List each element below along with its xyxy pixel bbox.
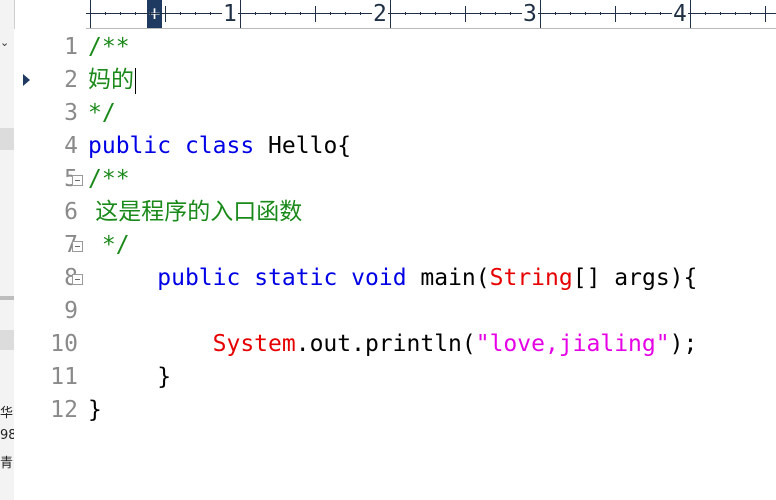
code-line[interactable]: 这是程序的入口函数: [88, 196, 302, 229]
side-panel: ⌄ 华 98 青: [0, 0, 15, 500]
code-token: 妈的: [88, 67, 134, 93]
line-number-gutter[interactable]: 123456789101112: [14, 29, 86, 500]
ruler-tick: [690, 0, 691, 28]
code-line[interactable]: 妈的: [88, 64, 136, 97]
code-line[interactable]: }: [88, 361, 171, 394]
ruler-tick: [615, 6, 616, 22]
code-token: public: [88, 133, 172, 159]
code-token: "love,jialing": [475, 331, 670, 357]
code-token: /**: [88, 166, 130, 192]
line-number: 10: [34, 328, 78, 361]
panel-row[interactable]: [0, 128, 14, 150]
ruler-tick: [315, 6, 316, 22]
code-token: public: [157, 265, 241, 291]
code-token: [] args){: [572, 265, 698, 291]
panel-row[interactable]: [0, 330, 14, 350]
line-number: 11: [34, 361, 78, 394]
code-token: /**: [88, 34, 130, 60]
code-token: );: [669, 331, 698, 357]
line-number-label: 1: [64, 34, 78, 60]
fold-toggle-icon[interactable]: [72, 241, 83, 252]
line-number-label: 11: [50, 364, 78, 390]
line-number: 6: [34, 196, 78, 229]
code-line[interactable]: public static void main(String[] args){: [88, 262, 697, 295]
ruler-tick: [390, 0, 391, 28]
code-line[interactable]: */: [88, 97, 116, 130]
line-number-label: 10: [50, 331, 78, 357]
line-number: 4: [34, 130, 78, 163]
code-token: String: [489, 265, 573, 291]
fold-toggle-icon[interactable]: [72, 274, 83, 285]
code-line[interactable]: }: [88, 394, 102, 427]
code-token: }: [88, 364, 172, 390]
ruler-tick: [90, 0, 91, 28]
chevron-down-icon[interactable]: ⌄: [0, 36, 9, 49]
line-number-label: 3: [64, 100, 78, 126]
current-line-marker-icon: [23, 74, 30, 86]
code-token: Hello{: [254, 133, 352, 159]
code-token: System: [212, 331, 296, 357]
code-line[interactable]: */: [88, 229, 130, 262]
code-token: */: [88, 100, 116, 126]
ruler-number: 3: [522, 1, 538, 27]
code-line[interactable]: System.out.println("love,jialing");: [88, 328, 698, 361]
panel-text-fragment: 华: [0, 406, 14, 421]
text-caret: [135, 67, 136, 94]
ruler-number: 2: [372, 1, 388, 27]
code-editor[interactable]: /** 妈的 */public class Hello{/** 这是程序的入口函数 …: [88, 29, 776, 500]
line-number: 2: [34, 64, 78, 97]
line-number-label: 4: [64, 133, 78, 159]
line-number-label: 12: [50, 397, 78, 423]
code-token: }: [88, 397, 102, 423]
fold-toggle-icon[interactable]: [72, 175, 83, 186]
code-token: class: [184, 133, 255, 159]
line-number-label: 6: [64, 199, 78, 225]
column-ruler[interactable]: + 1234: [86, 0, 776, 29]
line-number: 1: [34, 31, 78, 64]
code-token: static: [254, 265, 338, 291]
panel-text-fragment: 青: [0, 456, 14, 471]
ruler-tick: [765, 6, 766, 22]
line-number-label: 2: [64, 67, 78, 93]
code-token: */: [88, 232, 130, 258]
line-number: 9: [34, 295, 78, 328]
ruler-number: 1: [222, 1, 238, 27]
ruler-tick: [540, 0, 541, 28]
ruler-tick: [165, 6, 166, 22]
code-token: .out.println(: [295, 331, 476, 357]
code-line[interactable]: /**: [88, 31, 130, 64]
ruler-number: 4: [672, 1, 688, 27]
line-number: 12: [34, 394, 78, 427]
panel-text-fragment: 98: [0, 428, 14, 443]
ruler-tick: [465, 6, 466, 22]
ruler-tick: [240, 0, 241, 28]
code-token: void: [351, 265, 407, 291]
code-line[interactable]: /**: [88, 163, 130, 196]
panel-divider: [0, 296, 14, 300]
line-number-label: 9: [64, 298, 78, 324]
code-line[interactable]: public class Hello{: [88, 130, 351, 163]
code-token: 这是程序的入口函数: [88, 199, 303, 225]
line-number: 3: [34, 97, 78, 130]
code-token: main(: [406, 265, 490, 291]
